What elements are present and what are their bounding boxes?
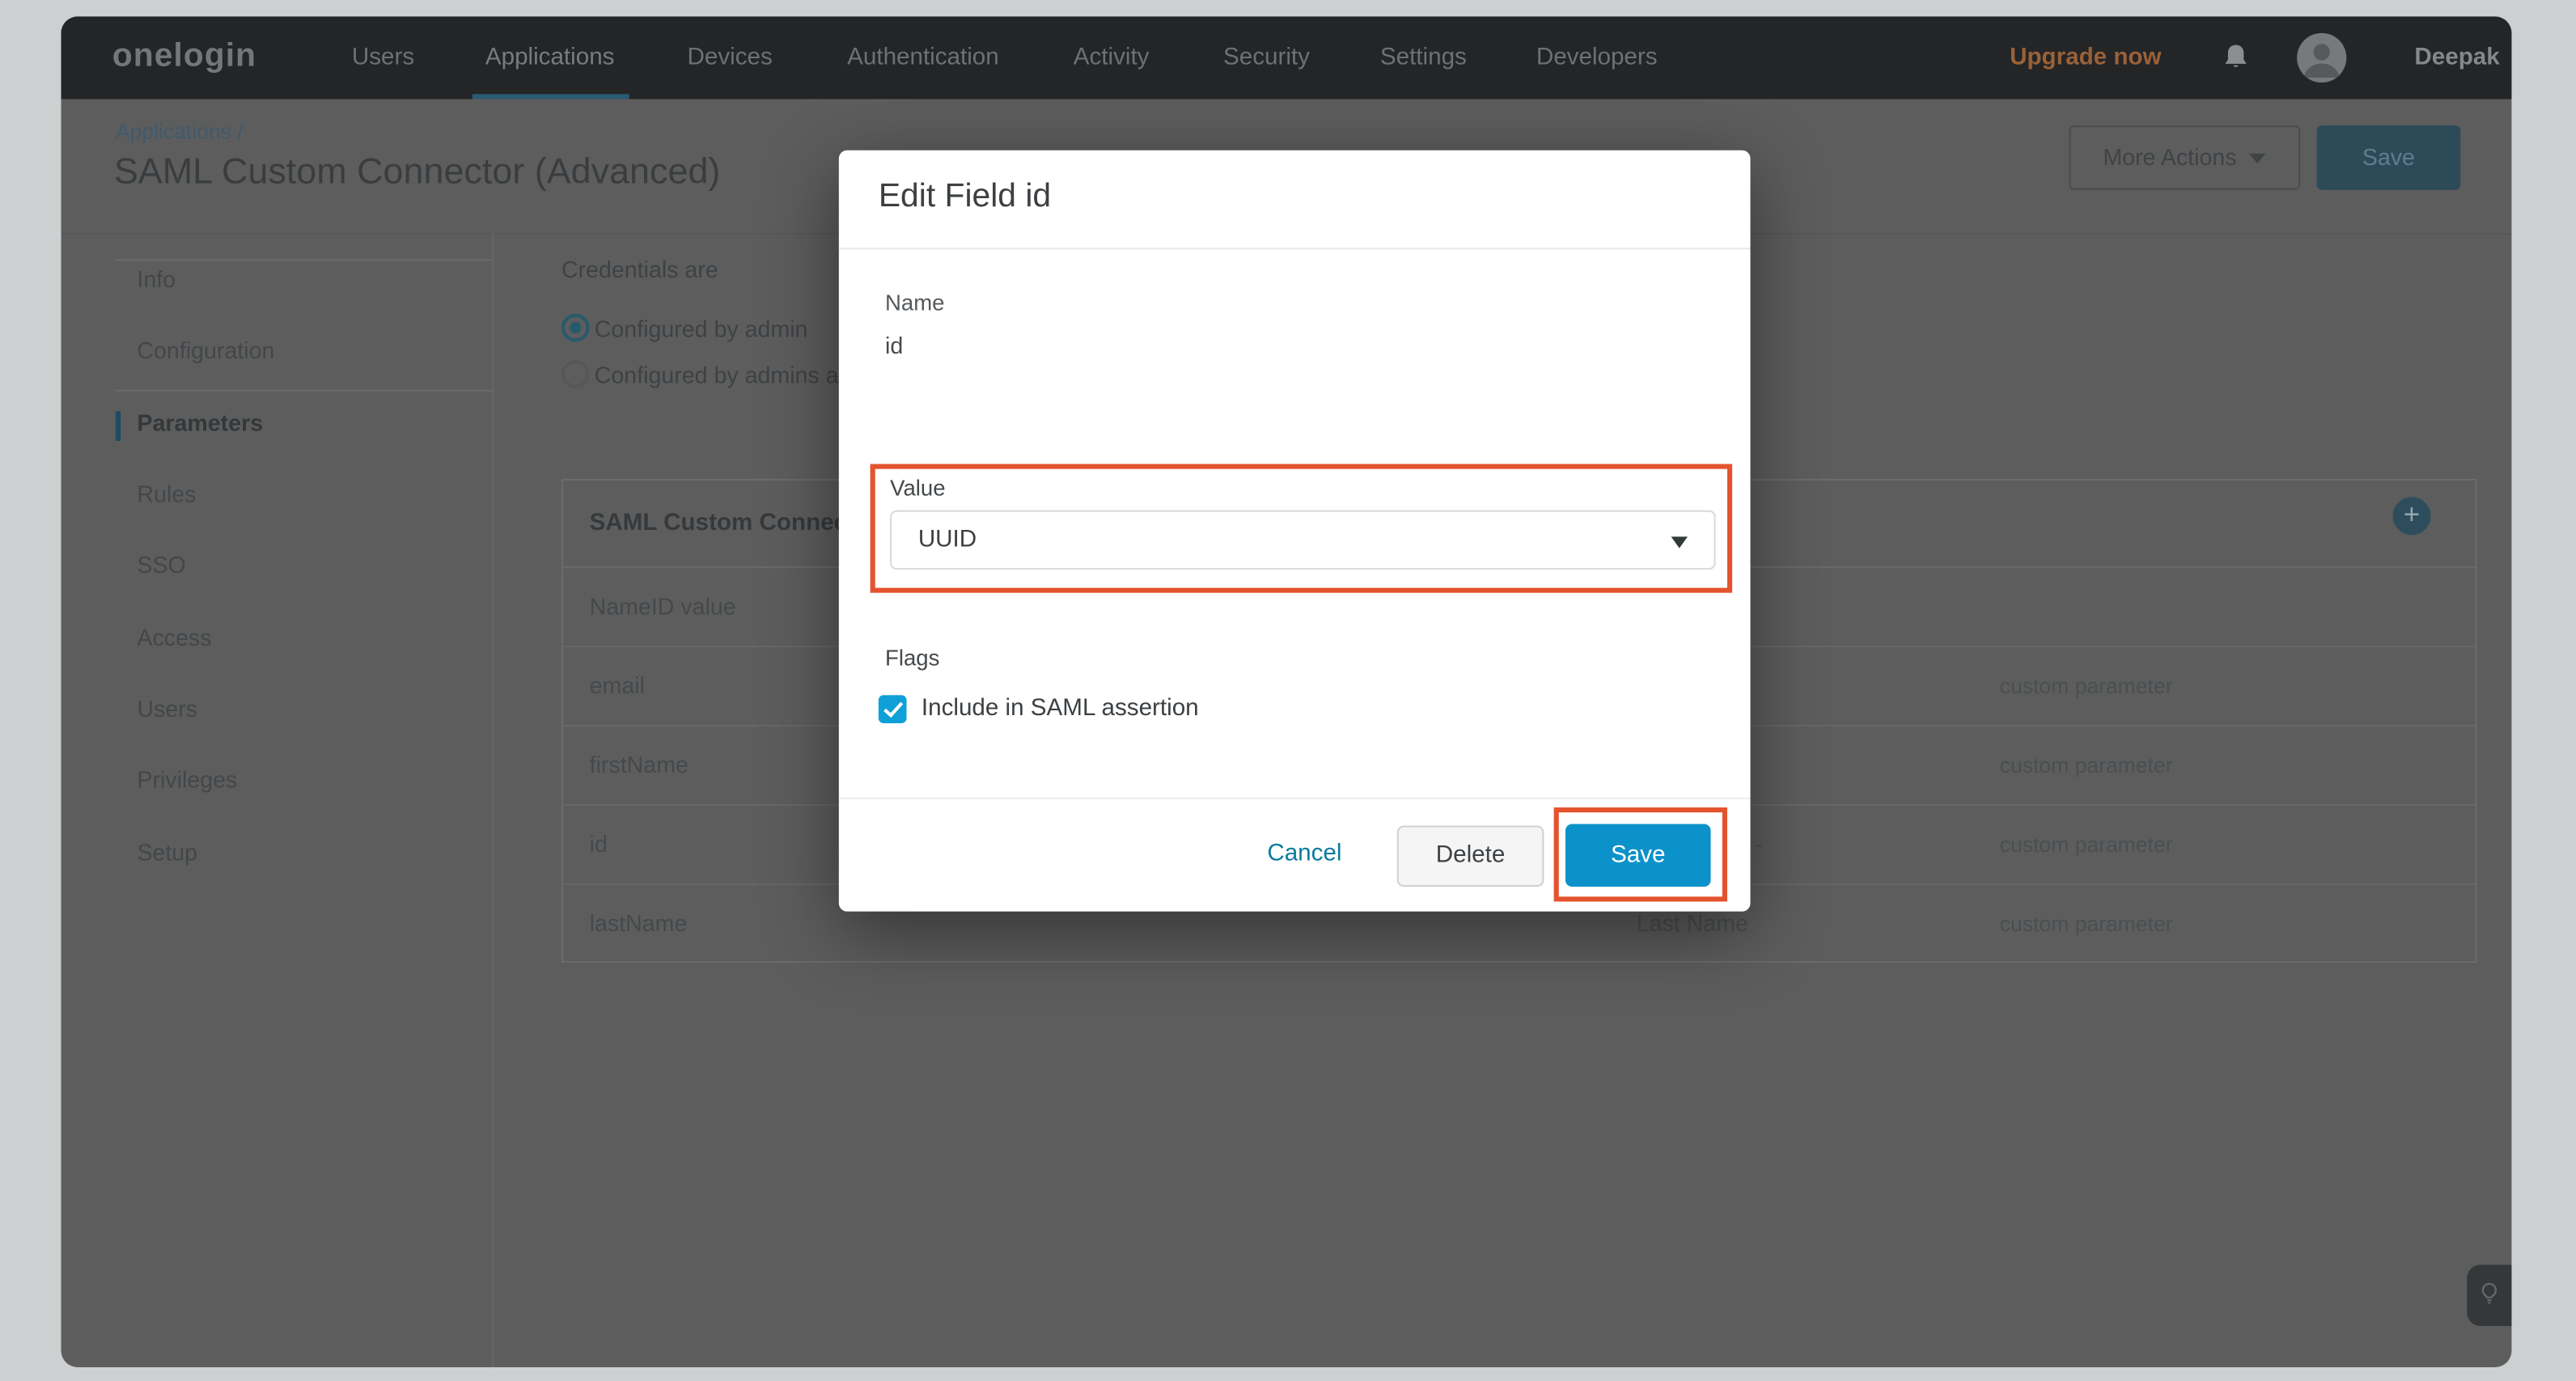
name-label: Name [885,290,945,316]
row-type: custom parameter [2000,753,2173,778]
nav-item-devices[interactable]: Devices [687,44,772,71]
breadcrumb[interactable]: Applications / [116,119,244,144]
row-name: firstName [590,752,688,778]
nav-item-applications[interactable]: Applications [485,44,615,71]
value-select[interactable]: UUID [890,510,1716,570]
sidebar-item-access[interactable]: Access [137,625,211,658]
sidebar-item-setup[interactable]: Setup [137,839,197,872]
user-avatar[interactable] [2297,33,2346,83]
more-actions-label: More Actions [2103,144,2236,171]
include-in-saml-checkbox[interactable] [879,695,907,723]
row-value: Last Name [1637,910,1748,937]
sidebar-item-users[interactable]: Users [137,695,197,728]
select-caret-icon [1671,536,1688,548]
sidebar-divider [492,233,494,1367]
screenshot-stage: onelogin Users Applications Devices Auth… [0,0,2576,1381]
page-title: SAML Custom Connector (Advanced) [114,150,721,193]
chevron-down-icon [2250,154,2266,163]
nav-item-authentication[interactable]: Authentication [847,44,999,71]
sidebar-item-privileges[interactable]: Privileges [137,766,237,799]
row-name: NameID value [590,593,736,620]
sidebar-item-parameters[interactable]: Parameters [137,409,263,443]
lightbulb-icon [2476,1280,2504,1308]
row-type: custom parameter [2000,912,2173,937]
active-tab-underline [472,94,629,99]
value-selected-option: UUID [918,527,977,553]
modal-footer-divider [839,798,1751,799]
nav-item-activity[interactable]: Activity [1074,44,1150,71]
add-parameter-button[interactable]: + [2392,497,2430,535]
value-label: Value [890,476,945,501]
delete-button[interactable]: Delete [1397,826,1544,887]
radio-configured-by-admins-users[interactable] [561,360,590,388]
radio-configured-by-admin-label[interactable]: Configured by admin [595,316,808,342]
sidebar-item-configuration[interactable]: Configuration [137,337,274,370]
sidebar-separator-top [116,259,492,261]
highlight-save-box [1554,807,1727,901]
flags-label: Flags [885,646,939,671]
include-in-saml-label[interactable]: Include in SAML assertion [922,695,1199,722]
modal-header-divider [839,248,1751,249]
row-name: id [590,831,608,858]
sidebar-item-rules[interactable]: Rules [137,481,196,514]
parameters-table-title: SAML Custom Connecto [590,510,870,537]
user-name[interactable]: Deepak [2414,44,2499,71]
more-actions-button[interactable]: More Actions [2069,125,2300,190]
row-type: custom parameter [2000,832,2173,858]
notifications-bell-icon[interactable] [2218,40,2254,76]
row-type: custom parameter [2000,674,2173,699]
sidebar-active-indicator [116,411,121,441]
nav-item-developers[interactable]: Developers [1536,44,1658,71]
row-name: email [590,672,645,699]
nav-item-users[interactable]: Users [352,44,414,71]
top-nav: onelogin Users Applications Devices Auth… [61,16,2512,99]
onelogin-logo[interactable]: onelogin [112,38,256,76]
nav-item-settings[interactable]: Settings [1380,44,1467,71]
radio-configured-by-admin[interactable] [561,314,590,342]
sidebar-separator-parameters [116,390,492,392]
highlight-value-box: Value UUID [871,464,1732,593]
row-name: lastName [590,910,688,937]
cancel-button[interactable]: Cancel [1252,841,1358,867]
name-value: id [885,332,903,358]
sidebar-item-info[interactable]: Info [137,266,176,299]
radio-configured-by-admins-users-label[interactable]: Configured by admins a [595,362,839,388]
edit-field-modal: Edit Field id Name id Value UUID Flags I… [839,150,1751,912]
help-hint-button[interactable] [2467,1265,2511,1326]
credentials-label: Credentials are [561,256,718,282]
header-save-button[interactable]: Save [2317,125,2461,190]
sidebar-item-sso[interactable]: SSO [137,552,185,585]
upgrade-now-link[interactable]: Upgrade now [2010,44,2161,71]
modal-title: Edit Field id [879,178,1051,216]
nav-item-security[interactable]: Security [1223,44,1310,71]
